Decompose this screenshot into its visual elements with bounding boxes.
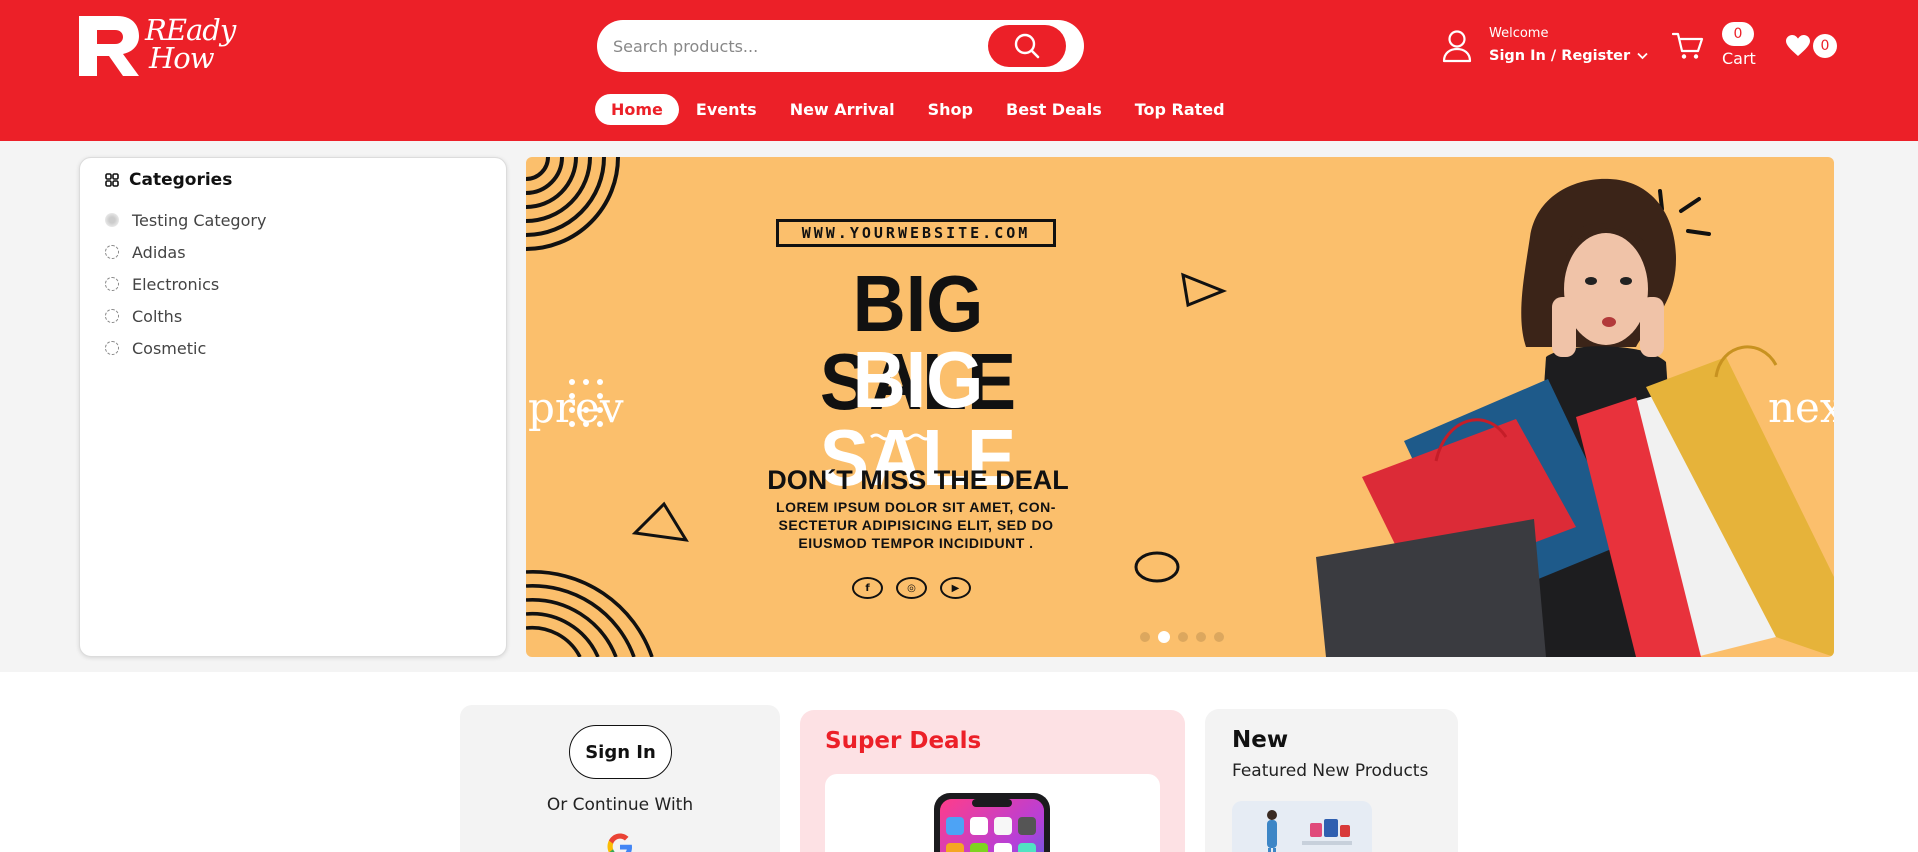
smartphone-product-image — [934, 793, 1050, 852]
signin-button[interactable]: Sign In — [569, 725, 672, 779]
carousel-dot[interactable] — [1196, 632, 1206, 642]
facebook-icon: f — [852, 577, 883, 599]
banner-website: WWW.YOURWEBSITE.COM — [776, 219, 1056, 247]
site-header: REady How Welcome Sign In / Register — [0, 0, 1918, 141]
banner-body: LOREM IPSUM DOLOR SIT AMET, CON- SECTETU… — [766, 498, 1066, 552]
category-thumb-icon — [105, 277, 119, 291]
grid-icon — [105, 173, 119, 187]
category-thumb-icon — [105, 341, 119, 355]
google-icon[interactable] — [606, 833, 634, 852]
signin-register-link[interactable]: Sign In / Register — [1489, 48, 1648, 64]
logo-line1: REady — [145, 13, 236, 47]
banner-body-line: SECTETUR ADIPISICING ELIT, SED DO — [778, 517, 1054, 533]
product-image — [1232, 801, 1372, 852]
category-item-electronics[interactable]: Electronics — [105, 268, 266, 300]
banner-tagline: DON´T MISS THE DEAL — [767, 465, 1069, 495]
category-label: Cosmetic — [132, 338, 207, 358]
cart-label: Cart — [1722, 49, 1756, 68]
welcome-text: Welcome — [1489, 26, 1549, 41]
category-label: Testing Category — [132, 210, 267, 230]
nav-shop[interactable]: Shop — [912, 94, 989, 125]
new-products-card[interactable]: New Featured New Products — [1205, 709, 1458, 852]
wishlist-button[interactable]: 0 — [1785, 32, 1849, 60]
categories-title: Categories — [129, 170, 233, 190]
new-product-thumbnail[interactable] — [1232, 801, 1372, 852]
account-menu[interactable]: Welcome Sign In / Register — [1442, 24, 1648, 74]
cart-icon — [1672, 32, 1704, 59]
chevron-down-icon — [1637, 52, 1648, 60]
search-icon — [1014, 33, 1040, 59]
category-thumb-icon — [105, 245, 119, 259]
nav-best-deals[interactable]: Best Deals — [990, 94, 1118, 125]
cart-count-badge: 0 — [1722, 22, 1754, 46]
category-list: Testing Category Adidas Electronics Colt… — [105, 204, 266, 364]
carousel-dots — [1140, 631, 1224, 643]
banner-decoration — [526, 157, 1834, 657]
logo-text: REady How — [145, 13, 236, 75]
search-input[interactable] — [613, 20, 973, 72]
logo-mark-icon — [79, 16, 139, 76]
new-products-title: New — [1232, 727, 1289, 753]
super-deals-card[interactable]: Super Deals — [800, 710, 1185, 852]
wishlist-count-badge: 0 — [1813, 34, 1837, 58]
search-bar — [597, 20, 1084, 72]
category-label: Adidas — [132, 242, 186, 262]
deal-product-card[interactable] — [825, 774, 1160, 852]
instagram-icon: ◎ — [896, 577, 927, 599]
nav-events[interactable]: Events — [680, 94, 773, 125]
logo-line2: How — [149, 41, 215, 75]
category-item-colths[interactable]: Colths — [105, 300, 266, 332]
category-label: Colths — [132, 306, 183, 326]
categories-panel: Categories Testing Category Adidas Elect… — [79, 157, 507, 657]
search-button[interactable] — [988, 25, 1066, 67]
continue-with-text: Or Continue With — [546, 795, 694, 815]
signin-register-label: Sign In / Register — [1489, 48, 1631, 64]
carousel-prev-button[interactable]: prev — [528, 383, 624, 432]
new-products-subtitle: Featured New Products — [1232, 761, 1429, 781]
heart-icon — [1786, 35, 1810, 56]
nav-top-rated[interactable]: Top Rated — [1119, 94, 1241, 125]
carousel-dot[interactable] — [1214, 632, 1224, 642]
category-item-testing[interactable]: Testing Category — [105, 204, 266, 236]
nav-home[interactable]: Home — [595, 93, 679, 125]
carousel-dot[interactable] — [1178, 632, 1188, 642]
carousel-dot-active[interactable] — [1158, 631, 1170, 643]
youtube-icon: ▶ — [940, 577, 971, 599]
category-item-adidas[interactable]: Adidas — [105, 236, 266, 268]
nav-new-arrival[interactable]: New Arrival — [774, 94, 911, 125]
carousel-dot[interactable] — [1140, 632, 1150, 642]
super-deals-title: Super Deals — [825, 728, 982, 754]
signin-card: Sign In Or Continue With — [460, 705, 780, 852]
user-icon — [1442, 30, 1472, 63]
hero-banner[interactable]: WWW.YOURWEBSITE.COM BIG SALE BIG SALE DO… — [526, 157, 1834, 657]
carousel-next-button[interactable]: next — [1768, 383, 1834, 432]
site-logo[interactable]: REady How — [77, 14, 242, 78]
categories-header: Categories — [105, 170, 232, 190]
banner-body-line: EIUSMOD TEMPOR INCIDIDUNT . — [798, 535, 1034, 551]
category-thumb-icon — [105, 309, 119, 323]
banner-social-icons: f ◎ ▶ — [852, 577, 971, 599]
main-nav: Home Events New Arrival Shop Best Deals … — [595, 93, 1242, 125]
category-label: Electronics — [132, 274, 220, 294]
banner-body-line: LOREM IPSUM DOLOR SIT AMET, CON- — [776, 499, 1056, 515]
category-item-cosmetic[interactable]: Cosmetic — [105, 332, 266, 364]
category-thumb-icon — [105, 213, 119, 227]
cart-button[interactable]: 0 Cart — [1672, 22, 1758, 72]
